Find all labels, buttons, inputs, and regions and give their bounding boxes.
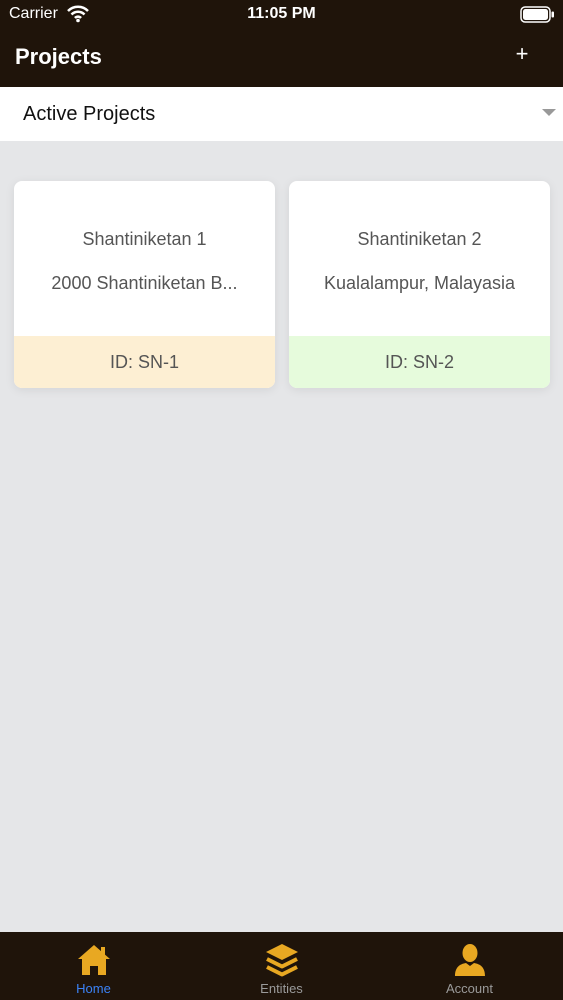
tab-home[interactable]: Home [0, 932, 187, 1000]
project-id-footer: ID: SN-2 [289, 336, 550, 388]
project-filter-dropdown[interactable]: Active Projects [0, 87, 563, 141]
page-title: Projects [15, 44, 102, 69]
clock: 11:05 PM [247, 5, 316, 22]
tab-account[interactable]: Account [376, 932, 563, 1000]
add-project-button[interactable]: + [505, 38, 539, 70]
home-icon [76, 942, 112, 978]
project-address: Kualalampur, Malayasia [323, 273, 516, 293]
battery-icon [520, 6, 555, 23]
project-name: Shantiniketan 2 [357, 229, 482, 249]
project-address: 2000 Shantiniketan B... [51, 273, 238, 293]
project-filter-value: Active Projects [23, 103, 156, 125]
project-card[interactable]: Shantiniketan 2 Kualalampur, Malayasia I… [289, 181, 550, 388]
project-id-footer: ID: SN-1 [14, 336, 275, 388]
tab-bar: Home Entities Account [0, 932, 563, 1000]
layers-icon [264, 942, 300, 978]
project-name: Shantiniketan 1 [82, 229, 207, 249]
tab-label: Account [446, 981, 493, 996]
status-bar: Carrier 11:05 PM [0, 0, 563, 30]
top-bar: Carrier 11:05 PM Projects + [0, 0, 563, 87]
chevron-down-icon [542, 109, 556, 116]
project-card[interactable]: Shantiniketan 1 2000 Shantiniketan B... … [14, 181, 275, 388]
tab-label: Home [76, 981, 111, 996]
user-icon [452, 942, 488, 978]
tab-label: Entities [260, 981, 303, 996]
tab-entities[interactable]: Entities [188, 932, 375, 1000]
